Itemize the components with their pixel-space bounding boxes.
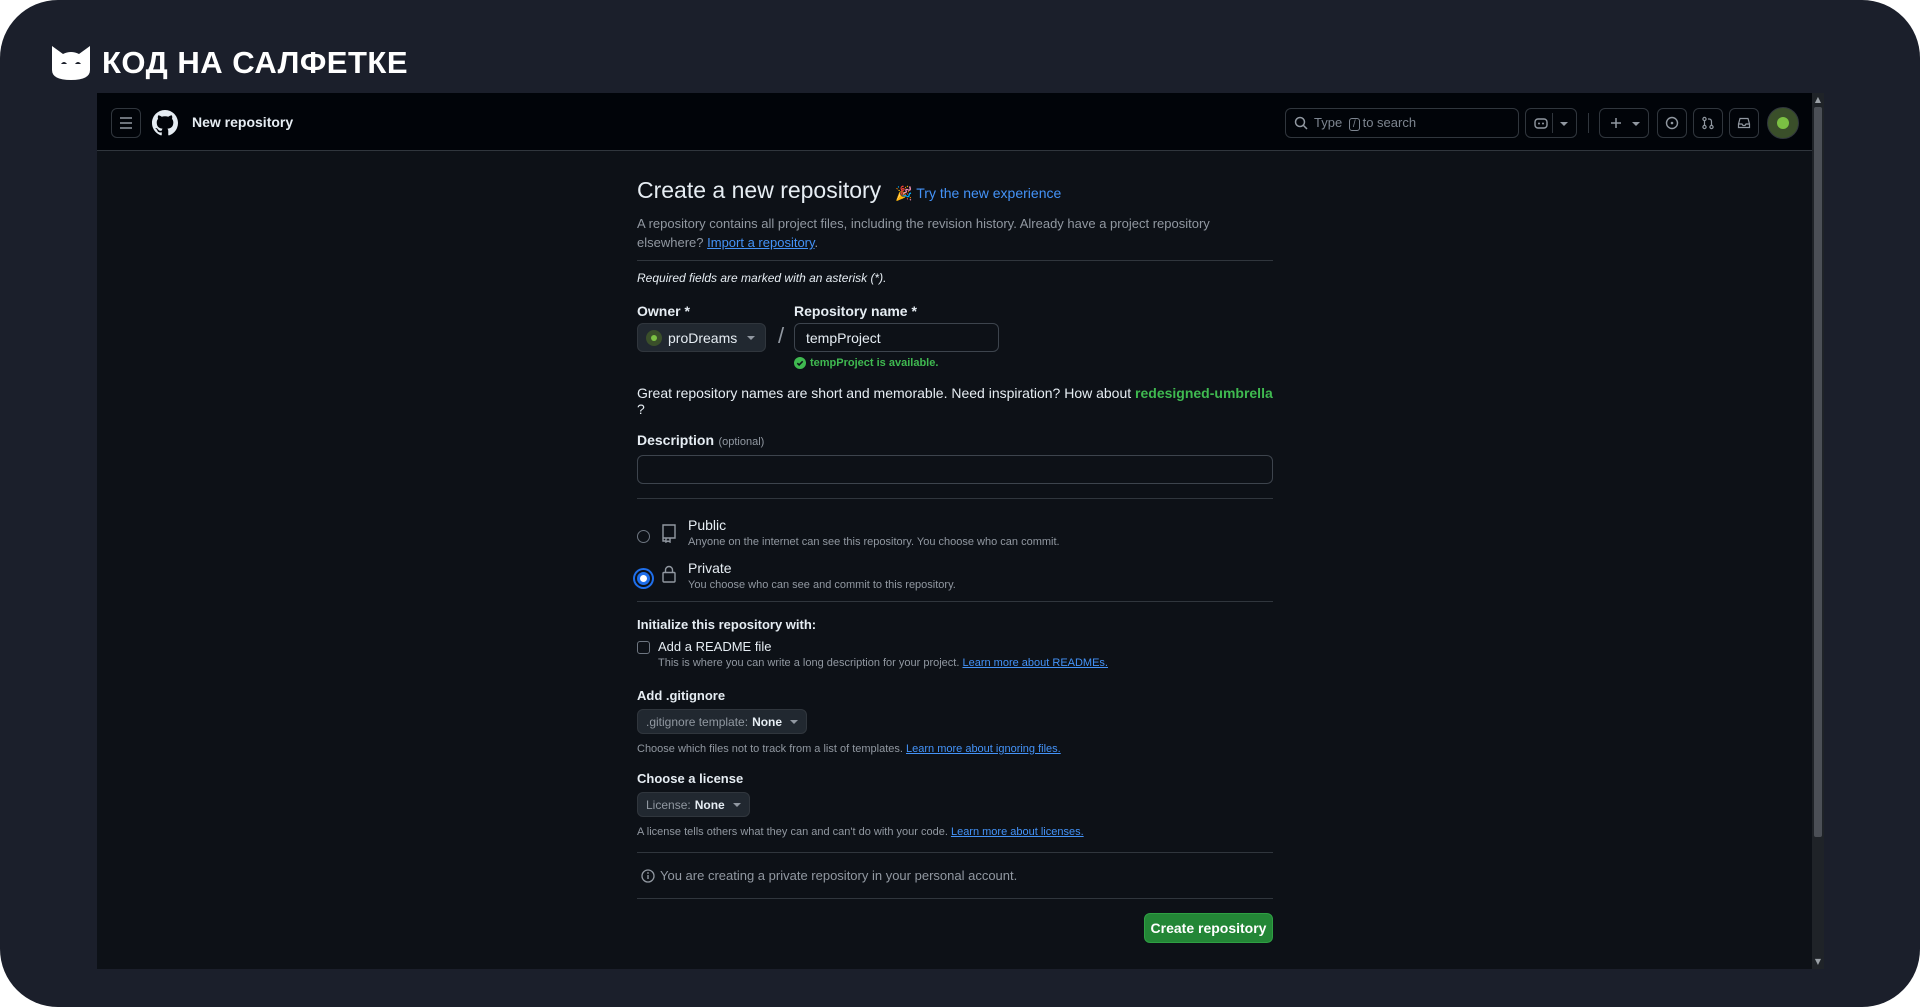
inbox-button[interactable]	[1729, 108, 1759, 138]
check-circle-icon	[794, 357, 806, 369]
chevron-down-icon	[1632, 122, 1640, 126]
readmes-link[interactable]: Learn more about READMEs.	[962, 657, 1108, 669]
scrollbar[interactable]: ▲ ▼	[1812, 93, 1824, 969]
divider	[637, 601, 1273, 602]
info-note: You are creating a private repository in…	[641, 868, 1273, 883]
pull-requests-icon	[1702, 116, 1714, 130]
name-suggestion[interactable]: redesigned-umbrella	[1135, 385, 1273, 401]
scroll-thumb[interactable]	[1814, 107, 1822, 837]
page-title: Create a new repository	[637, 177, 882, 203]
required-note: Required fields are marked with an aster…	[637, 271, 887, 285]
scroll-down-arrow[interactable]: ▼	[1814, 957, 1822, 967]
issues-button[interactable]	[1657, 108, 1687, 138]
owner-avatar	[646, 329, 662, 346]
chevron-down-icon	[1560, 122, 1568, 126]
description-input[interactable]	[637, 455, 1273, 484]
ignoring-files-link[interactable]: Learn more about ignoring files.	[906, 743, 1061, 755]
divider	[637, 498, 1273, 499]
lock-icon	[662, 565, 676, 583]
divider	[637, 260, 1273, 261]
avatar[interactable]	[1767, 107, 1799, 139]
search-placeholder: Type / to search	[1314, 115, 1417, 131]
try-new-experience-link[interactable]: 🎉 Try the new experience	[895, 185, 1061, 202]
public-description: Anyone on the internet can see this repo…	[688, 536, 1060, 548]
gitignore-select[interactable]: .gitignore template: None	[637, 709, 808, 734]
license-select[interactable]: License: None	[637, 792, 750, 817]
gitignore-description: Choose which files not to track from a l…	[637, 743, 1061, 755]
avatar-image	[1777, 117, 1789, 129]
chevron-down-icon	[747, 335, 756, 340]
owner-select[interactable]: proDreams	[637, 323, 767, 352]
description-label: Description (optional)	[637, 432, 765, 448]
brand-name: КОД НА САЛФЕТКЕ	[102, 45, 409, 80]
issues-icon	[1665, 116, 1679, 130]
divider	[637, 898, 1273, 899]
inbox-icon	[1737, 117, 1751, 129]
private-radio[interactable]	[637, 572, 650, 585]
new-repo-form: Create a new repository 🎉 Try the new ex…	[637, 177, 1273, 953]
readme-label: Add a README file	[658, 639, 772, 654]
slash-separator: /	[778, 323, 785, 348]
licenses-link[interactable]: Learn more about licenses.	[951, 826, 1084, 838]
header-title: New repository	[192, 114, 294, 130]
readme-checkbox[interactable]	[637, 641, 650, 654]
plus-icon	[1611, 118, 1621, 128]
owner-value: proDreams	[668, 329, 738, 346]
readme-description: This is where you can write a long descr…	[658, 657, 1108, 669]
public-radio[interactable]	[637, 530, 650, 543]
github-header: New repository Type / to search	[97, 93, 1812, 151]
search-icon	[1294, 116, 1308, 130]
license-description: A license tells others what they can and…	[637, 826, 1084, 838]
scroll-up-arrow[interactable]: ▲	[1814, 95, 1822, 105]
search-input[interactable]: Type / to search	[1285, 108, 1519, 138]
chevron-down-icon	[732, 802, 741, 807]
create-repository-button[interactable]: Create repository	[1144, 913, 1273, 943]
cat-logo-icon	[52, 46, 90, 80]
public-label: Public	[688, 517, 727, 533]
inspiration-text: Great repository names are short and mem…	[637, 385, 1273, 417]
private-description: You choose who can see and commit to thi…	[688, 579, 956, 591]
repo-icon	[662, 524, 676, 543]
repo-name-label: Repository name *	[794, 303, 917, 319]
header-divider	[1588, 113, 1589, 133]
pull-requests-button[interactable]	[1693, 108, 1723, 138]
copilot-button[interactable]	[1525, 108, 1577, 138]
brand-logo: КОД НА САЛФЕТКЕ	[50, 44, 408, 82]
hamburger-icon	[120, 117, 132, 129]
divider	[637, 852, 1273, 853]
browser-viewport: New repository Type / to search ▲ ▼ Crea…	[97, 93, 1824, 969]
gitignore-label: Add .gitignore	[637, 688, 726, 703]
owner-label: Owner *	[637, 303, 690, 319]
init-label: Initialize this repository with:	[637, 617, 817, 632]
screenshot-frame: КОД НА САЛФЕТКЕ New repository Type / to …	[0, 0, 1920, 1007]
create-new-button[interactable]	[1599, 108, 1649, 138]
chevron-down-icon	[790, 719, 799, 724]
repo-name-input[interactable]: tempProject	[794, 323, 999, 352]
menu-button[interactable]	[111, 108, 141, 138]
info-icon	[641, 868, 655, 883]
availability-message: tempProject is available.	[794, 357, 938, 369]
license-label: Choose a license	[637, 771, 744, 786]
copilot-icon	[1534, 118, 1548, 129]
private-label: Private	[688, 560, 732, 576]
intro-text: A repository contains all project files,…	[637, 216, 1210, 250]
github-logo-icon[interactable]	[152, 110, 178, 136]
import-repository-link[interactable]: Import a repository	[707, 235, 814, 250]
